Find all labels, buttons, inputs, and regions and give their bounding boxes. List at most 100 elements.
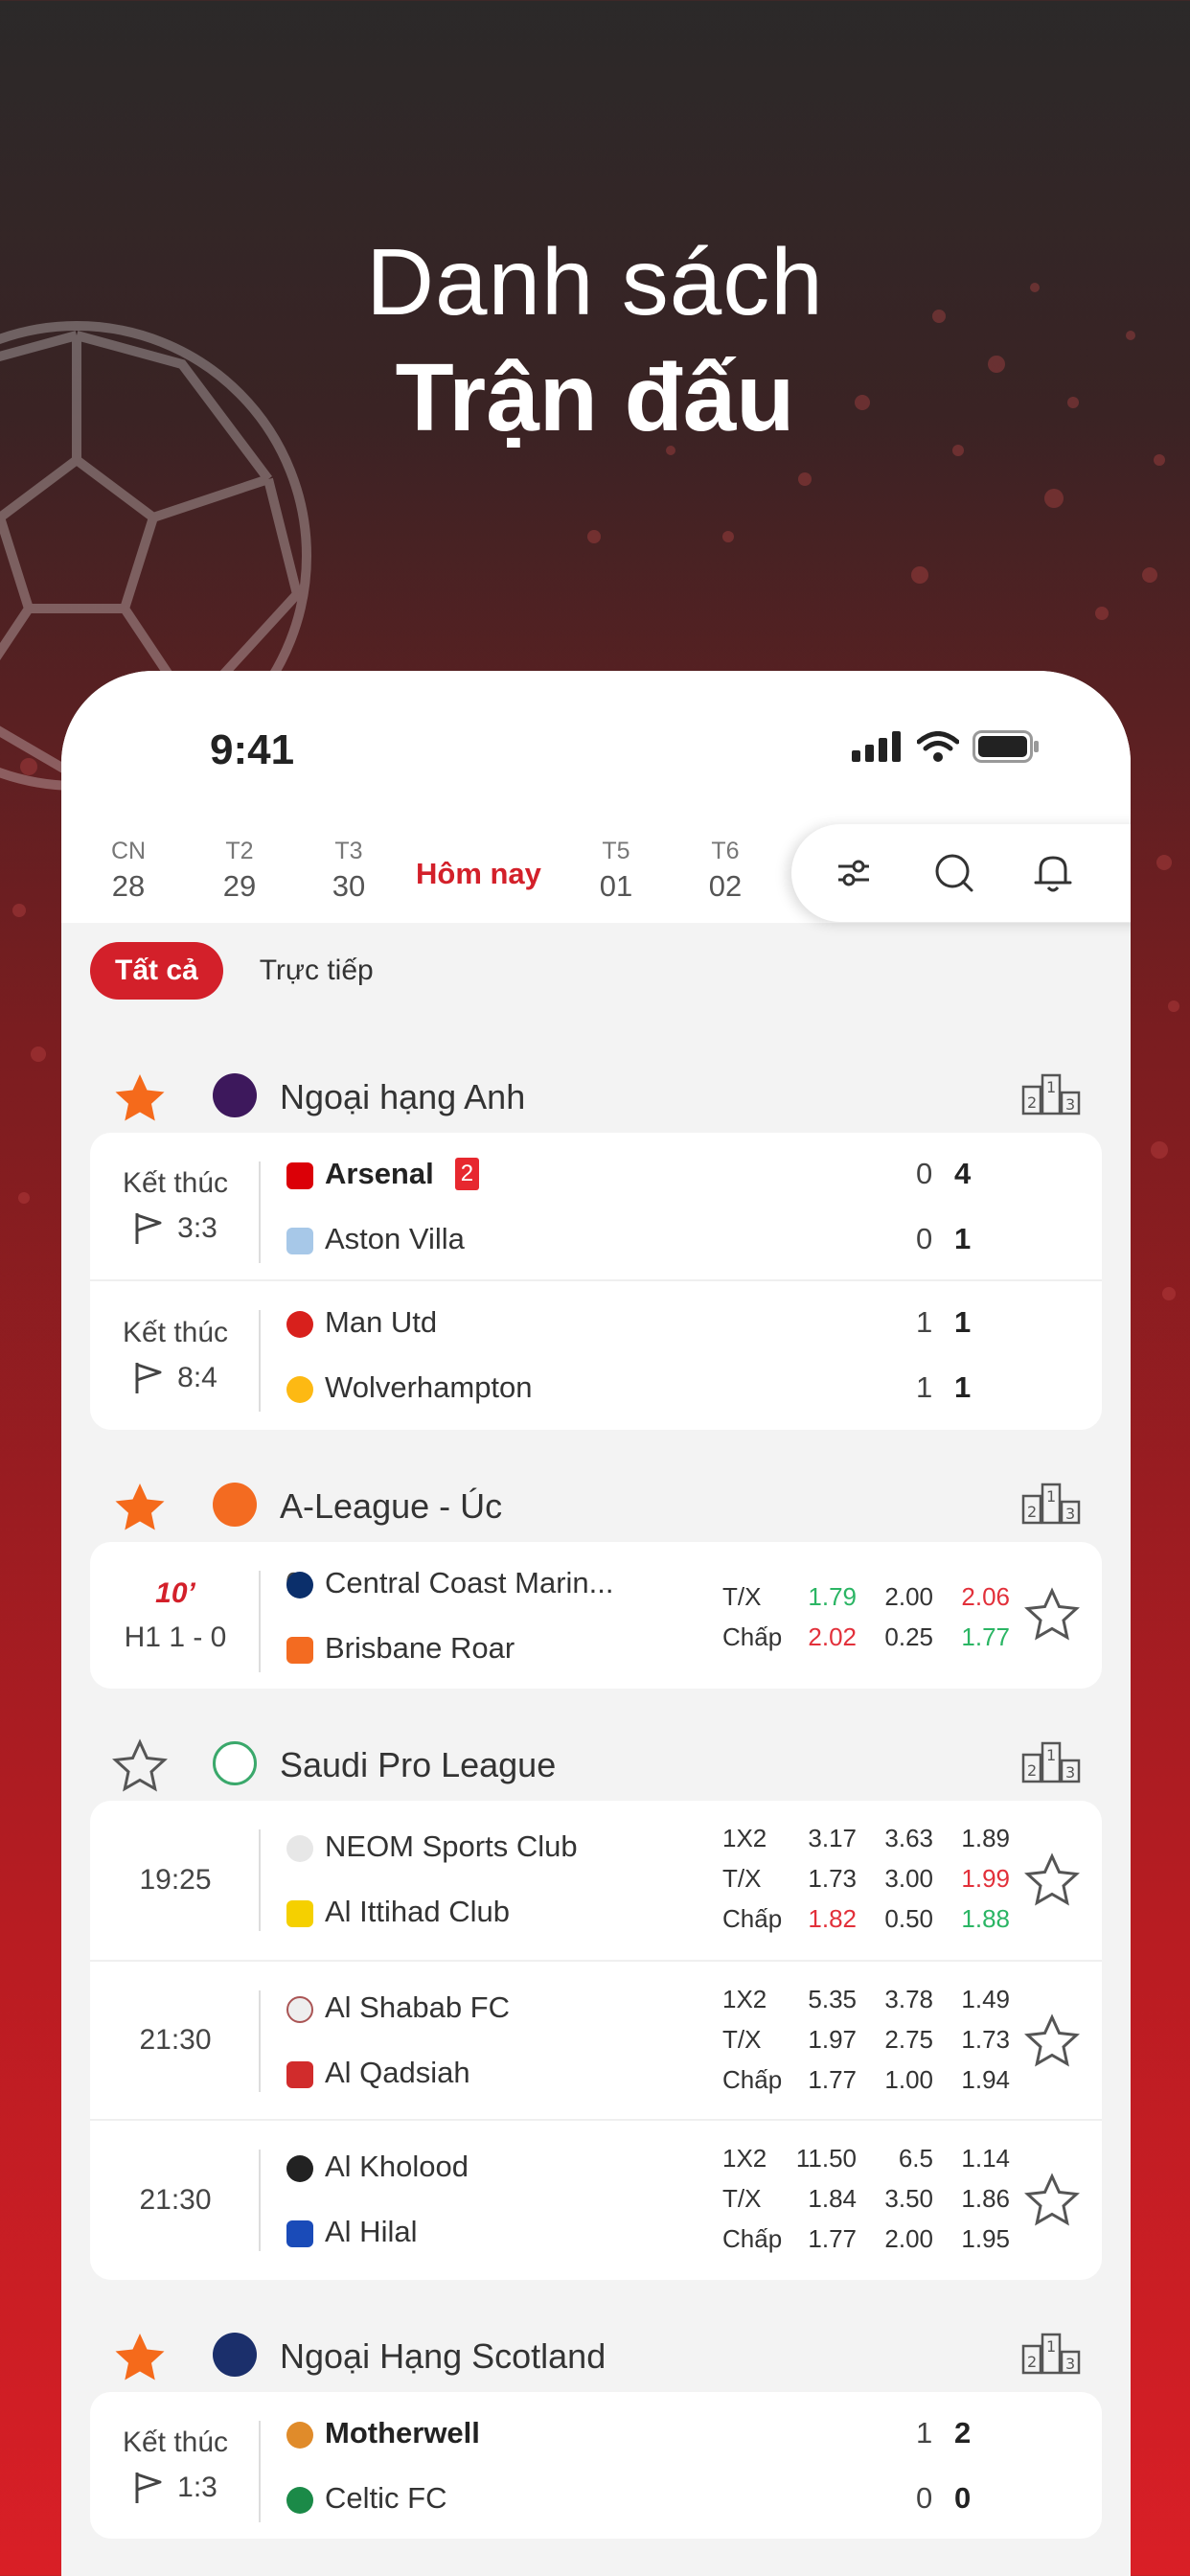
kickoff-time: 21:30 [139,2024,212,2056]
sliders-icon [838,860,869,886]
odds-value: 1.73 [961,2025,1010,2054]
star-outline-icon[interactable] [111,1737,169,1795]
odds-label: 1X2 [722,1824,767,1852]
filter-button[interactable] [830,849,878,897]
date-day-number: 29 [222,869,257,903]
wifi-icon [917,731,959,762]
svg-text:1: 1 [1046,2337,1056,2356]
notification-button[interactable] [1029,849,1077,897]
odds-value: 2.02 [808,1622,857,1651]
filter-tabs: Tất cả Trực tiếp [90,942,374,1000]
corner-count: 1:3 [177,2471,217,2503]
odds-row: Chấp 2.02 0.25 1.77 [722,1622,1010,1652]
search-button[interactable] [930,849,978,897]
odds-value: 2.75 [884,2025,933,2054]
match-row[interactable]: 21:30 Al Kholood Al Hilal 1X2 11.50 6.5 1.1… [90,2119,1102,2280]
divider [259,1571,261,1672]
away-team-name: Brisbane Roar [325,1631,515,1665]
aston-villa-logo-icon [286,1228,313,1254]
premier-league-logo-icon [213,1073,257,1117]
date-today[interactable]: Hôm nay [416,857,541,891]
al-hilal-logo-icon [286,2220,313,2247]
league-header[interactable]: Ngoại hạng Anh 213 [61,1052,1131,1133]
home-team-name: Arsenal [325,1157,434,1190]
league-header[interactable]: Ngoại Hạng Scotland 213 [61,2312,1131,2392]
star-filled-icon[interactable] [111,2329,169,2386]
star-filled-icon[interactable] [111,1070,169,1127]
home-ft-score: 4 [954,1157,972,1190]
home-ht-score: 1 [916,1305,933,1339]
match-row[interactable]: Kết thúc 3:3 Arsenal 2 Aston Villa 0 4 0… [90,1133,1102,1279]
divider [259,2421,261,2522]
date-item[interactable]: T6 02 [677,838,773,904]
standings-icon[interactable]: 213 [1021,1073,1081,1116]
league-header[interactable]: A-League - Úc 213 [61,1461,1131,1542]
odds-value: 3.78 [884,1985,933,2013]
odds-value: 1.14 [961,2144,1010,2173]
match-status: Kết thúc 1:3 [90,2392,261,2539]
home-ht-score: 0 [916,1157,933,1190]
date-item[interactable]: T2 29 [192,838,287,904]
odds-label: 1X2 [722,2144,767,2173]
odds-value: 1.77 [808,2065,857,2094]
standings-icon[interactable]: 213 [1021,2333,1081,2375]
odds-row: T/X 1.97 2.75 1.73 [722,2025,1010,2055]
filter-all-tab[interactable]: Tất cả [90,942,223,1000]
away-team: Wolverhampton [286,1370,533,1405]
away-team-name: Celtic FC [325,2481,447,2515]
away-ht-score: 0 [916,2481,933,2515]
odds-value: 1.94 [961,2065,1010,2094]
match-corner: 3:3 [133,1211,217,1246]
date-day-name: CN [110,838,147,864]
match-row[interactable]: 10’ H1 1 - 0 0 0 Central Coast Marin... … [90,1542,1102,1689]
date-item[interactable]: T5 01 [568,838,664,904]
away-team: Al Hilal [286,2215,417,2249]
kickoff-time: 19:25 [139,1864,212,1896]
date-day-name: T3 [334,838,363,864]
svg-text:3: 3 [1065,1763,1075,1782]
match-row[interactable]: Kết thúc 1:3 Motherwell Celtic FC 1 2 0 … [90,2392,1102,2539]
match-row[interactable]: Kết thúc 8:4 Man Utd Wolverhampton 1 1 1… [90,1279,1102,1430]
al-qadsiah-logo-icon [286,2061,313,2088]
match-minute: 10’ [155,1576,195,1609]
odds-row: T/X 1.73 3.00 1.99 [722,1864,1010,1894]
filter-live-tab[interactable]: Trực tiếp [260,954,374,987]
kickoff-time: 21:30 [139,2184,212,2216]
star-outline-icon[interactable] [1023,2012,1081,2070]
odds-value: 3.63 [884,1824,933,1852]
home-team: Al Kholood [286,2150,469,2184]
home-team-name: NEOM Sports Club [325,1829,578,1863]
star-outline-icon[interactable] [1023,1586,1081,1644]
divider [259,1990,261,2092]
odds-label: T/X [722,2184,762,2213]
away-ft-score: 1 [954,1370,972,1404]
odds-value: 1.95 [961,2224,1010,2253]
match-status-text: Kết thúc [122,1166,229,1199]
standings-icon[interactable]: 213 [1021,1483,1081,1525]
odds-row: T/X 1.84 3.50 1.86 [722,2184,1010,2214]
odds-value: 3.17 [808,1824,857,1852]
match-row[interactable]: 21:30 Al Shabab FC Al Qadsiah 1X2 5.35 3.7… [90,1960,1102,2119]
odds-value: 1.99 [961,1864,1010,1893]
away-team: Aston Villa [286,1222,465,1256]
match-row[interactable]: 19:25 NEOM Sports Club Al Ittihad Club 1… [90,1801,1102,1960]
match-status: 10’ H1 1 - 0 [90,1542,261,1689]
odds-value: 1.86 [961,2184,1010,2213]
date-day-name: T2 [225,838,254,864]
standings-icon[interactable]: 213 [1021,1741,1081,1783]
star-filled-icon[interactable] [111,1479,169,1536]
svg-text:1: 1 [1046,1746,1056,1764]
odds-value: 1.97 [808,2025,857,2054]
odds-value: 1.00 [884,2065,933,2094]
date-item[interactable]: T3 30 [301,838,397,904]
star-outline-icon[interactable] [1023,1852,1081,1909]
status-bar: 9:41 [61,671,1131,815]
red-card-badge: 2 [454,1158,480,1190]
star-outline-icon[interactable] [1023,2172,1081,2229]
odds-label: T/X [722,1864,762,1893]
match-corner: 1:3 [133,2471,217,2505]
date-item[interactable]: CN 28 [80,838,176,904]
odds-value: 1.88 [961,1904,1010,1933]
odds-value: 1.77 [961,1622,1010,1651]
league-header[interactable]: Saudi Pro League 213 [61,1720,1131,1801]
